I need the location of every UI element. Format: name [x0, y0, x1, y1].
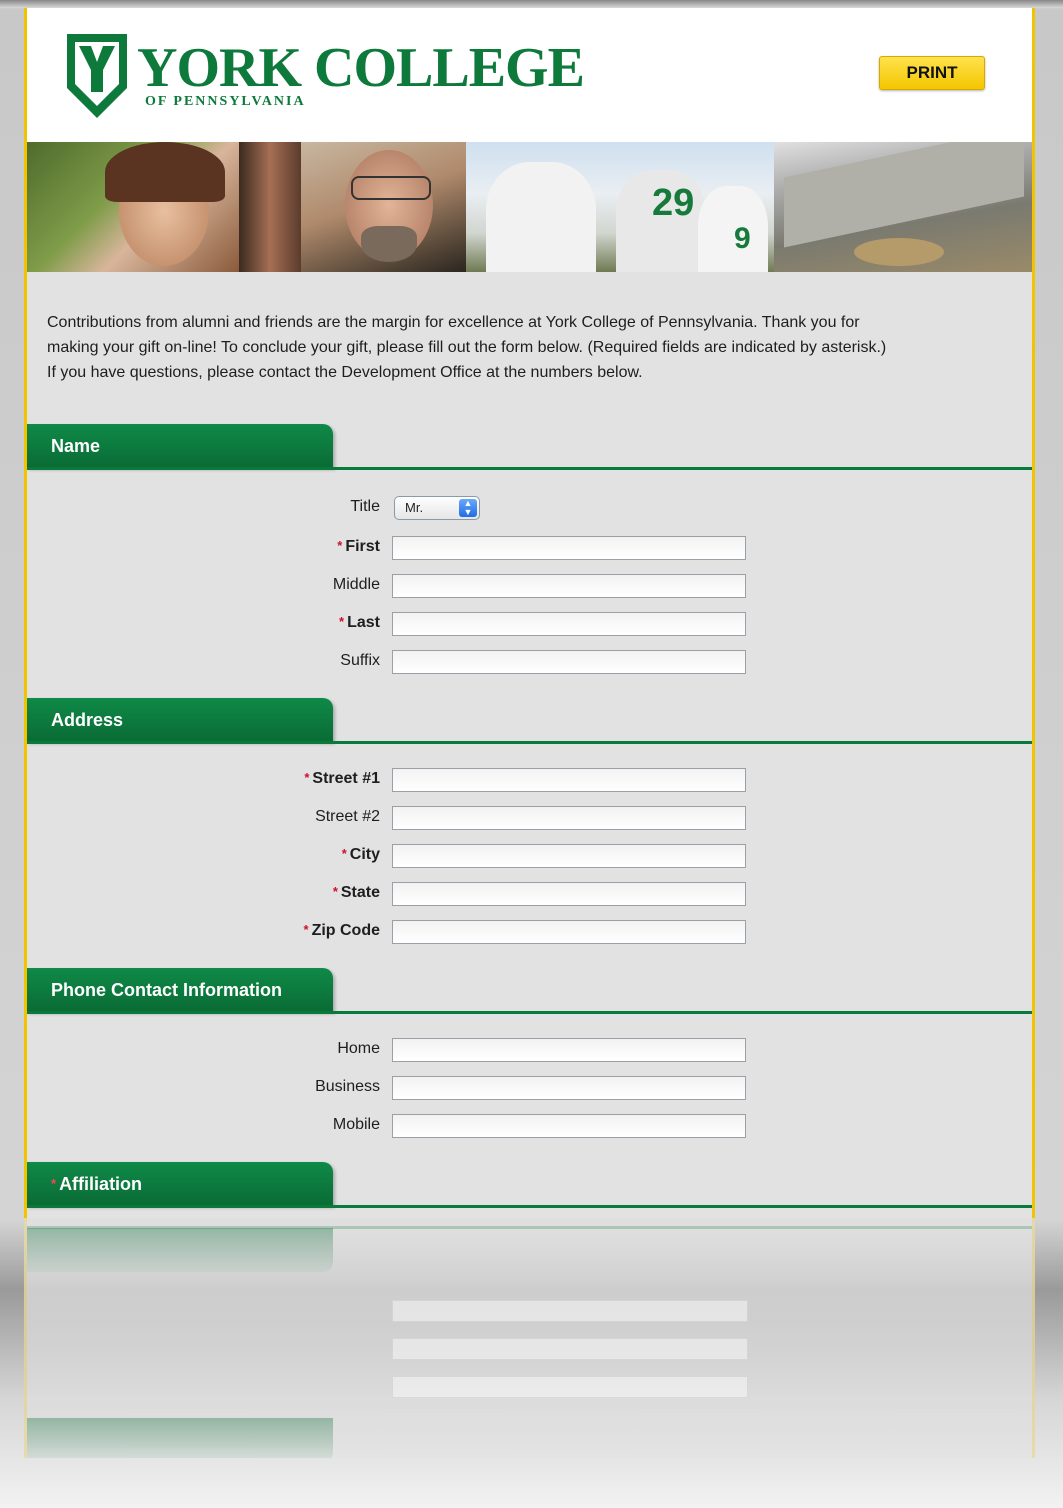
shield-logo-icon	[67, 34, 127, 118]
zip-label: * Zip Code	[303, 922, 381, 939]
required-asterisk: *	[337, 538, 343, 553]
mobile-phone-label: Mobile	[332, 1116, 380, 1133]
state-label: * State	[332, 884, 380, 901]
section-header-phone: Phone Contact Information	[27, 968, 333, 1012]
donation-form-page: YORK COLLEGE OF PENNSYLVANIA PRINT 29 9 …	[24, 8, 1035, 1218]
page-reflection	[24, 1218, 1035, 1458]
section-divider	[27, 741, 1032, 744]
middle-name-row: Middle	[27, 574, 1032, 600]
required-asterisk: *	[339, 614, 345, 629]
section-header-name: Name	[27, 424, 333, 468]
required-asterisk: *	[303, 922, 309, 937]
intro-text: Contributions from alumni and friends ar…	[47, 314, 887, 381]
section-header-affiliation: * Affiliation	[27, 1162, 333, 1206]
zip-input[interactable]	[392, 920, 746, 944]
section-header-address: Address	[27, 698, 333, 742]
section-divider	[27, 1205, 1032, 1208]
city-input[interactable]	[392, 844, 746, 868]
title-row: Title Mr. ▲ ▼	[27, 496, 1032, 522]
reflection-tab	[27, 1418, 333, 1458]
business-phone-input[interactable]	[392, 1076, 746, 1100]
title-label: Title	[350, 498, 380, 515]
first-name-input[interactable]	[392, 536, 746, 560]
section-divider	[27, 1011, 1032, 1014]
last-name-input[interactable]	[392, 612, 746, 636]
reflection-input	[392, 1376, 748, 1398]
professor-photo	[301, 142, 466, 272]
window-top-shadow	[0, 0, 1063, 8]
page-header: YORK COLLEGE OF PENNSYLVANIA PRINT	[27, 8, 1032, 142]
print-button[interactable]: PRINT	[879, 56, 985, 90]
college-name: YORK COLLEGE	[137, 37, 585, 99]
home-phone-row: Home	[27, 1038, 1032, 1064]
business-phone-label: Business	[315, 1078, 380, 1095]
street1-row: * Street #1	[27, 768, 1032, 794]
mobile-phone-input[interactable]	[392, 1114, 746, 1138]
select-arrows-icon: ▲ ▼	[459, 499, 477, 517]
student-photo	[27, 142, 239, 272]
city-label: * City	[341, 846, 380, 863]
suffix-row: Suffix	[27, 650, 1032, 676]
college-subtitle: OF PENNSYLVANIA	[145, 94, 306, 109]
required-asterisk: *	[341, 846, 347, 861]
street2-label: Street #2	[315, 808, 380, 825]
last-name-label: * Last	[339, 614, 380, 631]
middle-name-input[interactable]	[392, 574, 746, 598]
middle-name-label: Middle	[332, 576, 380, 593]
state-row: * State	[27, 882, 1032, 908]
section-divider	[27, 467, 1032, 470]
suffix-input[interactable]	[392, 650, 746, 674]
campus-aerial-photo	[774, 142, 1032, 272]
last-name-row: * Last	[27, 612, 1032, 638]
city-row: * City	[27, 844, 1032, 870]
reflection-input	[392, 1300, 748, 1322]
street2-input[interactable]	[392, 806, 746, 830]
reflection-input	[392, 1338, 748, 1360]
york-college-logo[interactable]: YORK COLLEGE OF PENNSYLVANIA	[65, 32, 585, 125]
zip-row: * Zip Code	[27, 920, 1032, 946]
first-name-row: * First	[27, 536, 1032, 562]
baseball-team-photo: 29 9	[466, 142, 774, 272]
required-asterisk: *	[51, 1176, 57, 1191]
photo-banner: 29 9	[27, 142, 1032, 272]
street2-row: Street #2	[27, 806, 1032, 832]
required-asterisk: *	[332, 884, 338, 899]
state-input[interactable]	[392, 882, 746, 906]
title-select-value: Mr.	[405, 500, 424, 515]
title-select[interactable]: Mr. ▲ ▼	[394, 496, 480, 520]
home-phone-input[interactable]	[392, 1038, 746, 1062]
business-phone-row: Business	[27, 1076, 1032, 1102]
home-phone-label: Home	[337, 1040, 380, 1057]
side-profile-photo	[239, 142, 301, 272]
suffix-label: Suffix	[340, 652, 380, 669]
first-name-label: * First	[337, 538, 380, 555]
required-asterisk: *	[304, 770, 310, 785]
street1-input[interactable]	[392, 768, 746, 792]
reflection-tab	[27, 1228, 333, 1272]
street1-label: * Street #1	[304, 770, 380, 787]
mobile-phone-row: Mobile	[27, 1114, 1032, 1140]
